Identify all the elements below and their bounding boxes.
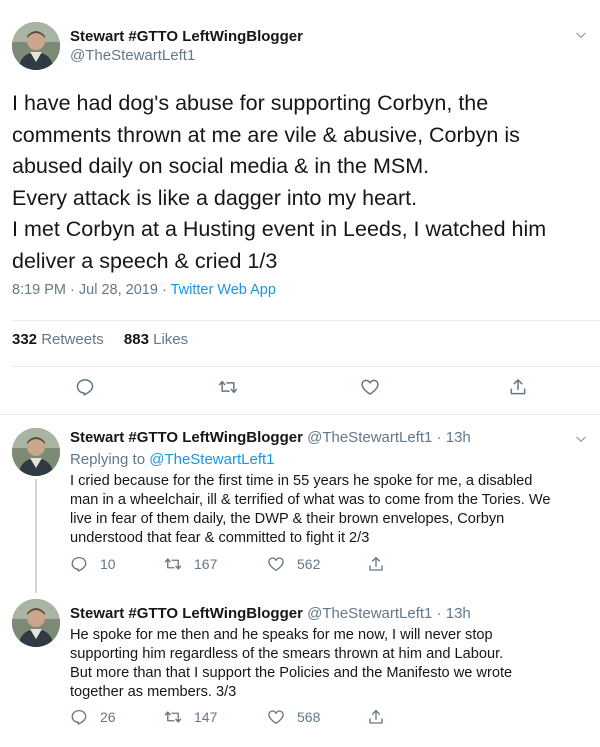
avatar[interactable] [12, 22, 60, 70]
like-button[interactable]: 568 [267, 708, 320, 726]
reply-icon [70, 555, 88, 573]
likes-stat[interactable]: 883 Likes [124, 331, 188, 348]
tweet-text: I have had dog's abuse for supporting Co… [12, 91, 547, 273]
replying-to: Replying to @TheStewartLeft1 [70, 451, 275, 468]
likes-count: 883 [123, 331, 149, 348]
retweet-icon [164, 555, 182, 573]
heart-icon [267, 555, 285, 573]
retweets-stat[interactable]: 332 Retweets [12, 331, 104, 348]
retweet-icon[interactable] [218, 377, 238, 397]
reply-button[interactable]: 10 [70, 555, 116, 573]
main-tweet: Stewart #GTTO LeftWingBlogger @TheStewar… [0, 0, 600, 415]
tweet-source-link[interactable]: Twitter Web App [171, 282, 276, 298]
author-handle[interactable]: @TheStewartLeft1 [307, 605, 432, 622]
tweet-text: I cried because for the first time in 55… [70, 473, 551, 546]
tweet-age[interactable]: · 13h [437, 605, 471, 622]
retweet-button[interactable]: 147 [164, 708, 217, 726]
author-name[interactable]: Stewart #GTTO LeftWingBlogger [70, 605, 303, 622]
author-name[interactable]: Stewart #GTTO LeftWingBlogger [70, 28, 303, 45]
heart-icon[interactable] [360, 377, 380, 397]
reply-count: 26 [100, 709, 116, 725]
retweet-count: 167 [194, 556, 218, 572]
reply-button[interactable]: 26 [70, 708, 116, 726]
reply-icon[interactable] [75, 377, 95, 397]
meta-separator: · [70, 282, 75, 298]
like-button[interactable]: 562 [267, 555, 320, 573]
share-icon [367, 555, 385, 573]
reply-header: Stewart #GTTO LeftWingBlogger @TheStewar… [70, 429, 471, 446]
reply-header: Stewart #GTTO LeftWingBlogger @TheStewar… [70, 605, 471, 622]
reply-tweet[interactable]: Stewart #GTTO LeftWingBlogger @TheStewar… [0, 415, 600, 593]
author-handle[interactable]: @TheStewartLeft1 [70, 47, 195, 64]
like-count: 568 [297, 709, 321, 725]
meta-separator: · [161, 282, 167, 298]
like-count: 562 [297, 556, 321, 572]
tweet-stats: 332 Retweets 883 Likes [12, 331, 188, 348]
chevron-down-icon[interactable] [574, 28, 588, 42]
retweets-count: 332 [12, 331, 38, 348]
tweet-meta: 8:19 PM · Jul 28, 2019 · Twitter Web App [12, 282, 276, 298]
retweets-label: Retweets [41, 331, 104, 348]
divider [12, 366, 600, 367]
author-handle[interactable]: @TheStewartLeft1 [307, 429, 432, 446]
retweet-button[interactable]: 167 [164, 555, 217, 573]
replying-label: Replying to [70, 451, 146, 468]
retweet-icon [164, 708, 182, 726]
retweet-count: 147 [194, 709, 218, 725]
avatar[interactable] [12, 599, 60, 647]
avatar[interactable] [12, 428, 60, 476]
reply-actions: 26 147 568 [70, 708, 590, 732]
divider [12, 320, 600, 321]
chevron-down-icon[interactable] [574, 432, 588, 446]
author-name[interactable]: Stewart #GTTO LeftWingBlogger [70, 429, 303, 446]
tweet-age[interactable]: · 13h [437, 429, 471, 446]
reply-count: 10 [100, 556, 116, 572]
reply-actions: 10 167 562 [70, 555, 590, 579]
thread-line [35, 479, 37, 593]
tweet-text: He spoke for me then and he speaks for m… [70, 627, 513, 700]
share-icon[interactable] [508, 377, 528, 397]
tweet-date[interactable]: Jul 28, 2019 [79, 282, 158, 298]
tweet-time[interactable]: 8:19 PM [12, 282, 66, 298]
reply-tweet[interactable]: Stewart #GTTO LeftWingBlogger @TheStewar… [0, 593, 600, 747]
share-icon [367, 708, 385, 726]
share-button[interactable] [367, 555, 397, 573]
reply-icon [70, 708, 88, 726]
replying-to-link[interactable]: @TheStewartLeft1 [149, 451, 274, 468]
heart-icon [267, 708, 285, 726]
likes-label: Likes [153, 331, 189, 348]
share-button[interactable] [367, 708, 397, 726]
